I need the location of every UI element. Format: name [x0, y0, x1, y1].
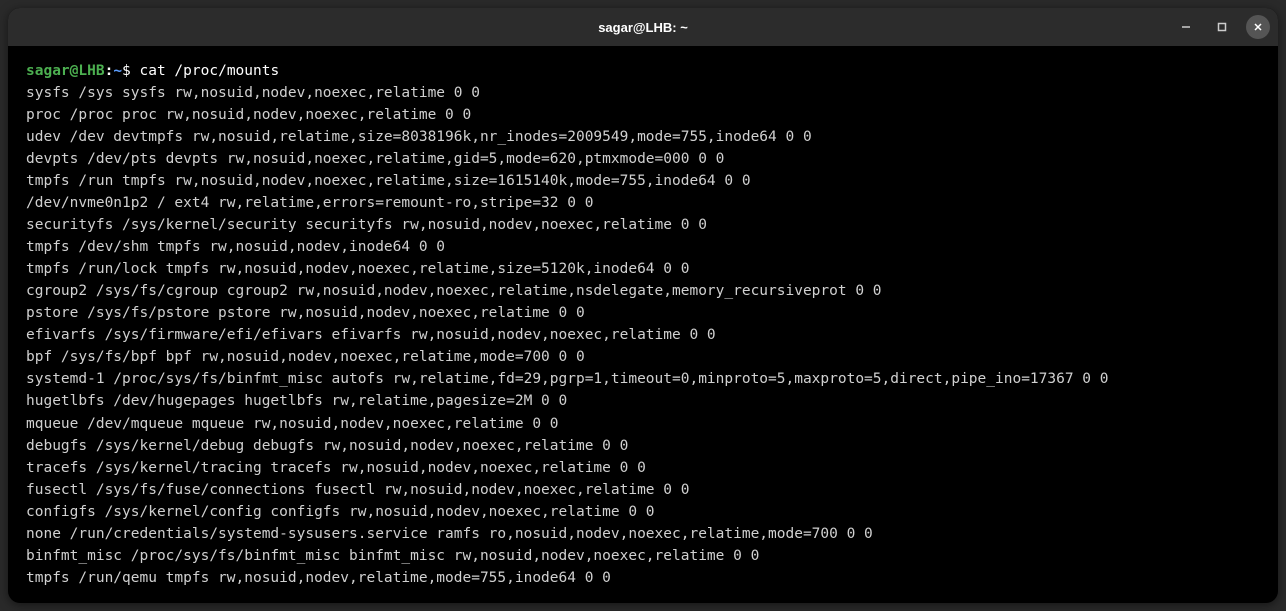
- output-line: cgroup2 /sys/fs/cgroup cgroup2 rw,nosuid…: [26, 280, 1260, 302]
- maximize-icon: [1215, 20, 1229, 34]
- terminal-body[interactable]: sagar@LHB:~$ cat /proc/mounts sysfs /sys…: [8, 46, 1278, 603]
- prompt-path: ~: [113, 63, 122, 79]
- output-line: pstore /sys/fs/pstore pstore rw,nosuid,n…: [26, 302, 1260, 324]
- output-line: /dev/nvme0n1p2 / ext4 rw,relatime,errors…: [26, 192, 1260, 214]
- output-line: tmpfs /run/lock tmpfs rw,nosuid,nodev,no…: [26, 258, 1260, 280]
- output-line: devpts /dev/pts devpts rw,nosuid,noexec,…: [26, 148, 1260, 170]
- output-line: hugetlbfs /dev/hugepages hugetlbfs rw,re…: [26, 390, 1260, 412]
- output-line: sysfs /sys sysfs rw,nosuid,nodev,noexec,…: [26, 82, 1260, 104]
- output-container: sysfs /sys sysfs rw,nosuid,nodev,noexec,…: [26, 82, 1260, 589]
- prompt-user-host: sagar@LHB: [26, 63, 105, 79]
- minimize-icon: [1179, 20, 1193, 34]
- prompt-separator: :: [105, 63, 114, 79]
- output-line: tracefs /sys/kernel/tracing tracefs rw,n…: [26, 457, 1260, 479]
- titlebar: sagar@LHB: ~: [8, 8, 1278, 46]
- output-line: tmpfs /dev/shm tmpfs rw,nosuid,nodev,ino…: [26, 236, 1260, 258]
- output-line: configfs /sys/kernel/config configfs rw,…: [26, 501, 1260, 523]
- output-line: tmpfs /run tmpfs rw,nosuid,nodev,noexec,…: [26, 170, 1260, 192]
- output-line: binfmt_misc /proc/sys/fs/binfmt_misc bin…: [26, 545, 1260, 567]
- minimize-button[interactable]: [1174, 15, 1198, 39]
- output-line: proc /proc proc rw,nosuid,nodev,noexec,r…: [26, 104, 1260, 126]
- output-line: bpf /sys/fs/bpf bpf rw,nosuid,nodev,noex…: [26, 346, 1260, 368]
- close-button[interactable]: [1246, 15, 1270, 39]
- prompt-symbol: $: [122, 63, 131, 79]
- window-controls: [1174, 15, 1270, 39]
- terminal-window: sagar@LHB: ~ sagar@LHB:~$ cat /proc/moun…: [8, 8, 1278, 603]
- command-text: cat /proc/mounts: [140, 63, 280, 79]
- maximize-button[interactable]: [1210, 15, 1234, 39]
- output-line: tmpfs /run/qemu tmpfs rw,nosuid,nodev,re…: [26, 567, 1260, 589]
- output-line: securityfs /sys/kernel/security security…: [26, 214, 1260, 236]
- output-line: debugfs /sys/kernel/debug debugfs rw,nos…: [26, 435, 1260, 457]
- output-line: udev /dev devtmpfs rw,nosuid,relatime,si…: [26, 126, 1260, 148]
- window-title: sagar@LHB: ~: [598, 20, 688, 35]
- output-line: systemd-1 /proc/sys/fs/binfmt_misc autof…: [26, 368, 1260, 390]
- close-icon: [1251, 20, 1265, 34]
- output-line: mqueue /dev/mqueue mqueue rw,nosuid,node…: [26, 413, 1260, 435]
- output-line: efivarfs /sys/firmware/efi/efivars efiva…: [26, 324, 1260, 346]
- output-line: fusectl /sys/fs/fuse/connections fusectl…: [26, 479, 1260, 501]
- output-line: none /run/credentials/systemd-sysusers.s…: [26, 523, 1260, 545]
